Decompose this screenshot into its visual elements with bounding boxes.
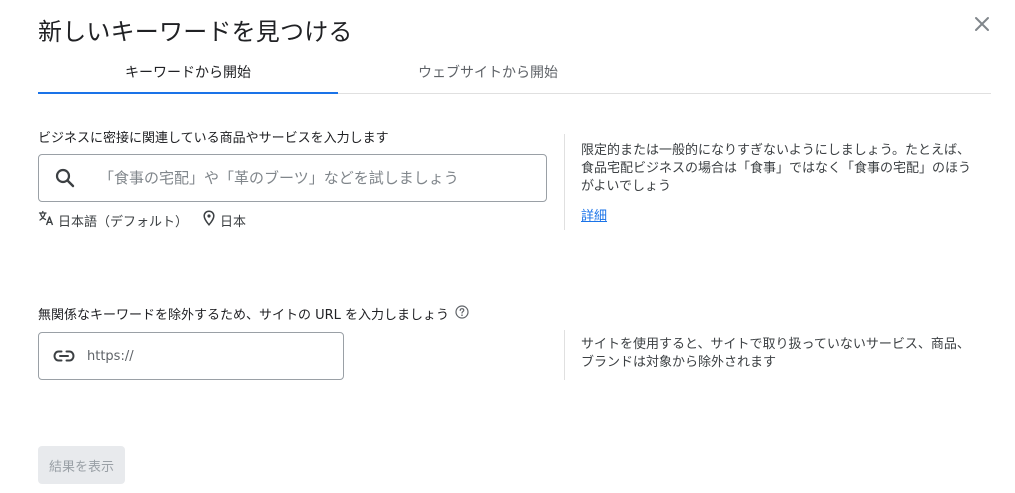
tab-label: ウェブサイトから開始 (418, 64, 558, 81)
language-label: 日本語（デフォルト） (58, 214, 189, 230)
location-selector[interactable]: 日本 (202, 210, 246, 230)
url-section-label: 無関係なキーワードを除外するため、サイトの URL を入力しましょう (38, 304, 469, 323)
learn-more-link[interactable]: 詳細 (581, 205, 607, 224)
search-icon (39, 168, 89, 188)
keyword-section-label: ビジネスに密接に関連している商品やサービスを入力します (38, 131, 389, 146)
targeting-settings: 日本語（デフォルト） 日本 (38, 210, 246, 230)
link-icon (39, 350, 87, 362)
url-help-text: サイトを使用すると、サイトで取り扱っていないサービス、商品、ブランドは対象から除… (581, 337, 970, 370)
keyword-planner-dialog: 新しいキーワードを見つける キーワードから開始 ウェブサイトから開始 ビジネスに… (0, 0, 1015, 493)
location-label: 日本 (220, 214, 247, 230)
section-divider (564, 330, 565, 380)
location-pin-icon (202, 210, 216, 230)
tab-start-with-website[interactable]: ウェブサイトから開始 (338, 50, 638, 93)
url-section-label-text: 無関係なキーワードを除外するため、サイトの URL を入力しましょう (38, 308, 450, 323)
tab-start-with-keywords[interactable]: キーワードから開始 (38, 50, 338, 94)
help-circle-icon[interactable] (455, 304, 469, 323)
tab-bar: キーワードから開始 ウェブサイトから開始 (38, 50, 991, 94)
keyword-search-input[interactable] (89, 155, 546, 201)
close-icon (974, 16, 990, 36)
dialog-title: 新しいキーワードを見つける (38, 18, 353, 46)
site-url-field[interactable] (38, 332, 344, 380)
show-results-button[interactable]: 結果を表示 (38, 446, 125, 484)
tab-label: キーワードから開始 (125, 64, 251, 81)
translate-icon (38, 210, 54, 230)
close-button[interactable] (968, 12, 996, 40)
keyword-search-field[interactable] (38, 154, 547, 202)
section-divider (564, 134, 565, 230)
site-url-input[interactable] (87, 333, 343, 379)
language-selector[interactable]: 日本語（デフォルト） (38, 210, 188, 230)
keyword-help-text: 限定的または一般的になりすぎないようにしましょう。たとえば、食品宅配ビジネスの場… (581, 143, 972, 194)
